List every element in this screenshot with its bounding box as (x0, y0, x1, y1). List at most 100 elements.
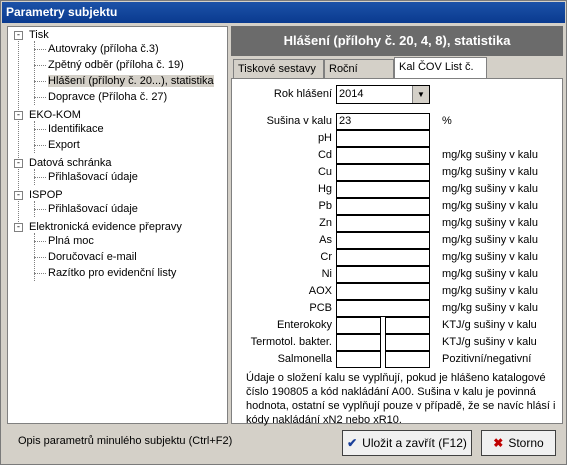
tree-connector (34, 145, 46, 146)
tree-node-export[interactable]: Export (48, 137, 80, 153)
tree-connector (34, 209, 46, 210)
row-label-cu: Cu (317, 166, 332, 178)
tab-tiskove-sestavy[interactable]: Tiskové sestavy (233, 59, 324, 78)
tree-node-prihlasovaci-udaje-ispop[interactable]: Přihlašovací údaje (48, 201, 138, 217)
ni-field[interactable] (336, 266, 430, 283)
cd-field[interactable] (336, 147, 430, 164)
cr-field[interactable] (336, 249, 430, 266)
tree-connector (34, 177, 46, 178)
tree-node-razitko[interactable]: Razítko pro evidenční listy (48, 265, 176, 281)
termotol-field-2[interactable] (385, 334, 430, 351)
tree-node-identifikace[interactable]: Identifikace (48, 121, 104, 137)
unit-zn: mg/kg sušiny v kalu (442, 217, 538, 229)
row-label-ph: pH (317, 132, 332, 144)
unit-termotol: KTJ/g sušiny v kalu (442, 336, 537, 348)
row-label-hg: Hg (317, 183, 332, 195)
unit-pcb: mg/kg sušiny v kalu (442, 302, 538, 314)
collapse-icon[interactable]: - (14, 159, 23, 168)
tree-node-label: Razítko pro evidenční listy (48, 267, 177, 279)
tree-node-label: Plná moc (48, 235, 94, 247)
salmonella-field-1[interactable] (336, 351, 381, 368)
tree-node-dorucovaci-email[interactable]: Doručovací e-mail (48, 249, 137, 265)
cu-field[interactable] (336, 164, 430, 181)
dialog-window: Parametry subjektu - Tisk Autovraky (pří… (0, 0, 567, 465)
cross-icon: ✖ (493, 436, 504, 450)
collapse-icon[interactable]: - (14, 223, 23, 232)
info-note: Údaje o složení kalu se vyplňují, pokud … (246, 372, 556, 426)
row-label-pcb: PCB (309, 302, 332, 314)
unit-ni: mg/kg sušiny v kalu (442, 268, 538, 280)
tree-connector (34, 129, 46, 130)
tree-node-plna-moc[interactable]: Plná moc (48, 233, 94, 249)
pcb-field[interactable] (336, 300, 430, 317)
tree-node-label: Přihlašovací údaje (48, 171, 138, 183)
tree-node-label: Přihlašovací údaje (48, 203, 138, 215)
tree-branch-line (34, 41, 35, 105)
row-label-termotol: Termotol. bakter. (250, 336, 332, 348)
tree-branch-line (34, 121, 35, 153)
tree-connector (34, 241, 46, 242)
tree-node-zpetny-odber[interactable]: Zpětný odběr (příloha č. 19) (48, 57, 184, 73)
row-label-aox: AOX (308, 285, 332, 297)
unit-susina: % (442, 115, 452, 127)
tree-node-label: Doručovací e-mail (48, 251, 137, 263)
row-label-as: As (319, 234, 332, 246)
tree-connector (34, 97, 46, 98)
row-label-cr: Cr (320, 251, 332, 263)
unit-hg: mg/kg sušiny v kalu (442, 183, 538, 195)
unit-enterokoky: KTJ/g sušiny v kalu (442, 319, 537, 331)
tree-connector (34, 273, 46, 274)
tab-kal-cov-list-3[interactable]: Kal ČOV List č. 3 (394, 57, 487, 92)
row-label-susina: Sušina v kalu (266, 115, 332, 127)
unit-as: mg/kg sušiny v kalu (442, 234, 538, 246)
zn-field[interactable] (336, 215, 430, 232)
tree-node-label: Dopravce (Příloha č. 27) (48, 91, 168, 103)
collapse-icon[interactable]: - (14, 111, 23, 120)
enterokoky-field-1[interactable] (336, 317, 381, 334)
cancel-button[interactable]: ✖ Storno (481, 430, 556, 456)
tree-node-dopravce[interactable]: Dopravce (Příloha č. 27) (48, 89, 167, 105)
copy-params-hint[interactable]: Opis parametrů minulého subjektu (Ctrl+F… (18, 435, 232, 447)
tab-rocni-hlaseni[interactable]: Roční hlášení (324, 59, 394, 94)
aox-field[interactable] (336, 283, 430, 300)
unit-salmonella: Pozitivní/negativní (442, 353, 532, 365)
row-label-ni: Ni (321, 268, 332, 280)
collapse-icon[interactable]: - (14, 31, 23, 40)
tree-node-label: Identifikace (48, 123, 104, 135)
tree-root-line (18, 35, 19, 230)
settings-tree[interactable]: - Tisk Autovraky (příloha č.3) Zpětný od… (7, 26, 228, 424)
window-title: Parametry subjektu (2, 2, 565, 23)
tree-node-autovraky[interactable]: Autovraky (příloha č.3) (48, 41, 159, 57)
check-icon: ✔ (347, 436, 358, 450)
tree-connector (34, 257, 46, 258)
unit-cd: mg/kg sušiny v kalu (442, 149, 538, 161)
year-select[interactable]: 2014 ▼ (336, 85, 430, 104)
tree-node-hlaseni[interactable]: Hlášení (přílohy č. 20...), statistika (48, 73, 214, 89)
tree-connector (34, 65, 46, 66)
susina-field[interactable]: 23 (336, 113, 430, 130)
termotol-field-1[interactable] (336, 334, 381, 351)
pb-field[interactable] (336, 198, 430, 215)
unit-aox: mg/kg sušiny v kalu (442, 285, 538, 297)
row-label-enterokoky: Enterokoky (276, 319, 332, 331)
ph-field[interactable] (336, 130, 430, 147)
tree-node-label: Hlášení (přílohy č. 20...), statistika (48, 75, 214, 87)
settings-panel: Hlášení (přílohy č. 20, 4, 8), statistik… (231, 26, 563, 426)
tab-content: Rok hlášení 2014 ▼ Sušina v kalu 23 % pH… (231, 78, 563, 426)
row-label-salmonella: Salmonella (277, 353, 332, 365)
tree-node-label: Autovraky (příloha č.3) (48, 43, 159, 55)
row-label-cd: Cd (317, 149, 332, 161)
enterokoky-field-2[interactable] (385, 317, 430, 334)
tree-connector (34, 49, 46, 50)
tree-node-label: Zpětný odběr (příloha č. 19) (48, 59, 184, 71)
tree-node-label: Export (48, 139, 80, 151)
unit-cr: mg/kg sušiny v kalu (442, 251, 538, 263)
year-select-value: 2014 (339, 88, 364, 100)
salmonella-field-2[interactable] (385, 351, 430, 368)
as-field[interactable] (336, 232, 430, 249)
hg-field[interactable] (336, 181, 430, 198)
chevron-down-icon[interactable]: ▼ (412, 86, 429, 103)
tree-node-prihlasovaci-udaje-ds[interactable]: Přihlašovací údaje (48, 169, 138, 185)
collapse-icon[interactable]: - (14, 191, 23, 200)
save-close-button[interactable]: ✔ Uložit a zavřít (F12) (342, 430, 472, 456)
